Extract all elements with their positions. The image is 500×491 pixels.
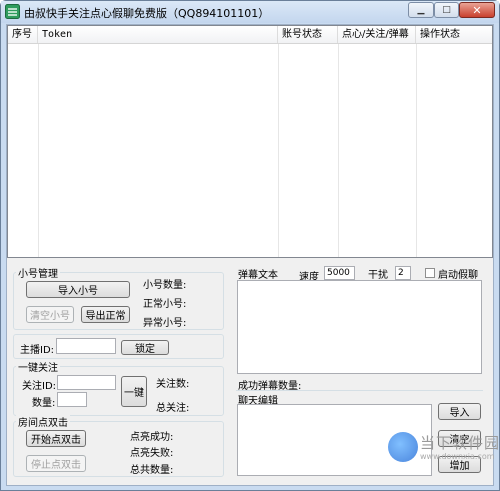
minimize-icon: ▁ [417, 5, 425, 15]
light-success-label: 点亮成功: [130, 432, 174, 443]
list-header: 序号 Token 账号状态 点心/关注/弹幕 操作状态 [8, 26, 492, 44]
lock-button[interactable]: 锁定 [121, 340, 169, 355]
anchor-id-label: 主播ID: [20, 345, 55, 356]
follow-id-label: 关注ID: [22, 381, 57, 392]
column-header-account-status[interactable]: 账号状态 [278, 26, 338, 43]
section-divider [236, 390, 483, 391]
light-fail-label: 点亮失败: [130, 448, 174, 459]
watermark-text: 当下软件园 [420, 434, 500, 452]
danmu-text-area[interactable] [237, 280, 482, 374]
danmu-text-title: 弹幕文本 [238, 270, 278, 281]
follow-group-title: 一键关注 [16, 359, 60, 374]
speed-input[interactable]: 5000 [324, 266, 355, 280]
stop-double-click-button[interactable]: 停止点双击 [26, 455, 86, 472]
column-divider [338, 44, 339, 257]
light-total-label: 总共数量: [130, 465, 174, 476]
app-icon [5, 4, 20, 19]
window-title: 由叔快手关注点心假聊免费版（QQ894101101） [24, 7, 270, 20]
watermark-url: www.downxia.com [420, 452, 495, 461]
watermark-logo [388, 432, 418, 462]
clear-accounts-button[interactable]: 清空小号 [26, 306, 74, 323]
token-list[interactable] [7, 25, 493, 258]
close-icon: ✕ [472, 3, 482, 17]
interfere-input[interactable]: 2 [395, 266, 411, 280]
start-double-click-button[interactable]: 开始点双击 [26, 430, 86, 447]
interfere-label: 干扰 [368, 270, 388, 281]
maximize-icon: □ [442, 5, 451, 15]
maximize-button[interactable]: □ [434, 2, 459, 18]
import-accounts-button[interactable]: 导入小号 [26, 281, 130, 298]
total-follow-label: 总关注: [156, 403, 190, 414]
quantity-input[interactable] [57, 392, 87, 407]
close-button[interactable]: ✕ [459, 2, 495, 18]
minimize-button[interactable]: ▁ [408, 2, 434, 18]
column-header-operation-status[interactable]: 操作状态 [416, 26, 492, 43]
column-divider [38, 44, 39, 257]
column-divider [416, 44, 417, 257]
account-group-title: 小号管理 [16, 265, 60, 280]
account-count-label: 小号数量: [143, 280, 187, 291]
quantity-label: 数量: [32, 398, 56, 409]
column-header-index[interactable]: 序号 [8, 26, 38, 43]
column-header-token[interactable]: Token [38, 26, 278, 43]
column-divider [278, 44, 279, 257]
one-key-follow-button[interactable]: 一键 [121, 376, 147, 407]
normal-account-label: 正常小号: [143, 299, 187, 310]
chat-import-button[interactable]: 导入 [438, 403, 481, 420]
fake-chat-label: 启动假聊 [438, 270, 478, 281]
follow-id-input[interactable] [57, 375, 116, 390]
room-group-title: 房间点双击 [16, 414, 70, 429]
abnormal-account-label: 异常小号: [143, 318, 187, 329]
follow-count-label: 关注数: [156, 379, 190, 390]
fake-chat-checkbox[interactable] [425, 268, 435, 278]
export-normal-button[interactable]: 导出正常 [81, 306, 130, 323]
anchor-id-input[interactable] [56, 338, 116, 354]
column-header-stats[interactable]: 点心/关注/弹幕 [338, 26, 416, 43]
